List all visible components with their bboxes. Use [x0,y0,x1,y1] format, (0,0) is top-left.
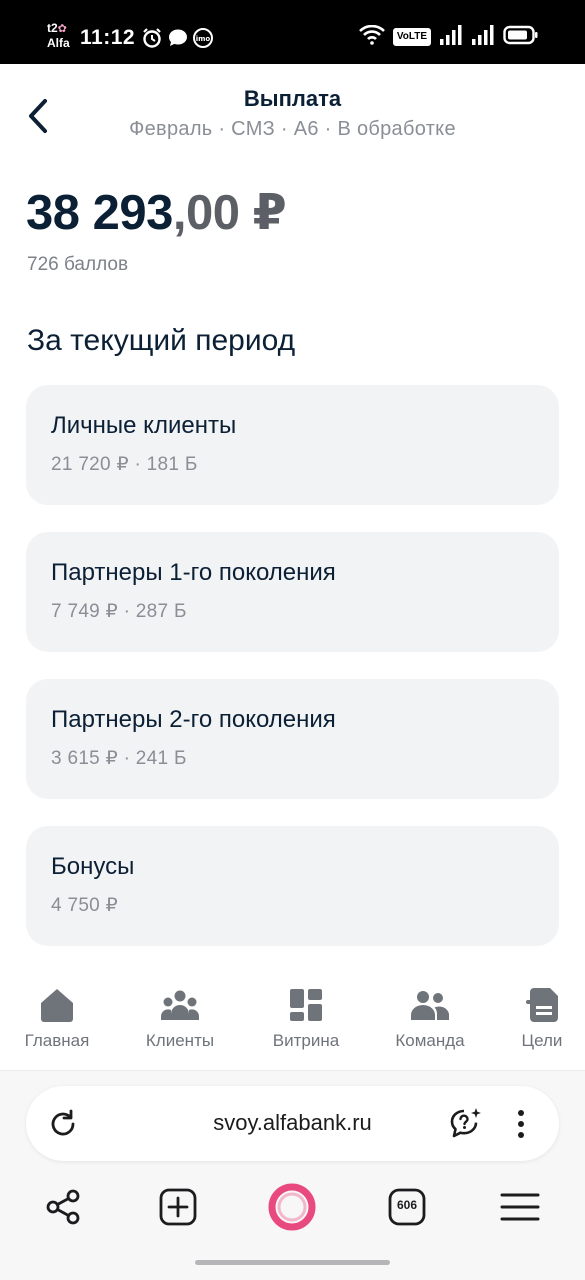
tabs-icon[interactable]: 606 [385,1185,429,1229]
nav-item-home[interactable]: Главная [20,985,94,1051]
new-tab-icon[interactable] [156,1185,200,1229]
bottom-navigation: Главная Клиенты Витрина Команда Цели [0,975,585,1070]
card-title: Личные клиенты [51,412,237,439]
page-title: Выплата [243,86,342,111]
card-title: Бонусы [51,853,135,880]
goals-icon [514,985,570,1025]
nav-item-clients[interactable]: Клиенты [140,985,220,1051]
volte-icon: VoLTE [392,28,431,46]
battery-icon [503,25,539,50]
signal-icon-2 [471,24,495,50]
chat-bubble-icon [167,27,189,49]
address-bar[interactable]: svoy.alfabank.ru [26,1086,559,1161]
status-bar: t2✿ Alfa 11:12 imo VoLTE [0,0,585,64]
carrier-label: t2✿ Alfa [47,21,70,50]
card-subtitle: 3 615 ₽ · 241 Б [51,748,187,769]
wifi-icon [358,24,385,50]
nav-item-goals[interactable]: Цели [514,985,570,1051]
status-time: 11:12 [80,26,136,49]
card-personal-clients[interactable]: Личные клиенты 21 720 ₽ · 181 Б [26,385,559,505]
nav-label: Команда [395,1031,465,1050]
gesture-bar[interactable] [195,1260,390,1265]
section-title: За текущий период [27,324,296,357]
card-bonuses[interactable]: Бонусы 4 750 ₽ [26,826,559,946]
more-vertical-icon[interactable] [502,1105,540,1143]
menu-icon[interactable] [498,1185,542,1229]
status-right-icons: VoLTE [358,24,539,50]
home-icon [20,985,94,1025]
nav-item-team[interactable]: Команда [390,985,470,1051]
nav-label: Клиенты [145,1031,215,1050]
alice-icon[interactable] [268,1183,316,1231]
card-subtitle: 7 749 ₽ · 287 Б [51,601,187,622]
amount-currency: ₽ [239,186,287,240]
amount-main: 38 293 [26,186,173,240]
payout-amount: 38 293,00 ₽ [26,184,287,241]
card-title: Партнеры 2-го поколения [51,706,336,733]
carrier-bottom: Alfa [47,36,70,50]
points-total: 726 баллов [27,254,129,275]
flower-icon: ✿ [57,23,67,35]
clients-icon [140,985,220,1025]
amount-kopecks: ,00 [172,186,240,240]
nav-item-showcase[interactable]: Витрина [266,985,346,1051]
page-subtitle: Февраль · СМЗ · А6 · В обработке [129,118,456,140]
help-sparkle-icon[interactable] [447,1105,485,1143]
imo-icon: imo [192,27,214,49]
browser-toolbar: svoy.alfabank.ru 606 [0,1070,585,1280]
card-title: Партнеры 1-го поколения [51,559,336,586]
tabs-count: 606 [396,1198,418,1212]
card-subtitle: 21 720 ₽ · 181 Б [51,454,198,475]
alarm-icon [141,27,163,49]
card-subtitle: 4 750 ₽ [51,895,119,916]
showcase-icon [266,985,346,1025]
team-icon [390,985,470,1025]
card-partners-gen2[interactable]: Партнеры 2-го поколения 3 615 ₽ · 241 Б [26,679,559,799]
share-icon[interactable] [41,1185,85,1229]
carrier-top: t2 [47,21,58,35]
nav-label: Витрина [272,1031,340,1050]
nav-label: Главная [24,1031,90,1050]
card-partners-gen1[interactable]: Партнеры 1-го поколения 7 749 ₽ · 287 Б [26,532,559,652]
svg-text:imo: imo [196,35,211,43]
nav-label: Цели [521,1031,563,1050]
signal-icon [439,24,463,50]
